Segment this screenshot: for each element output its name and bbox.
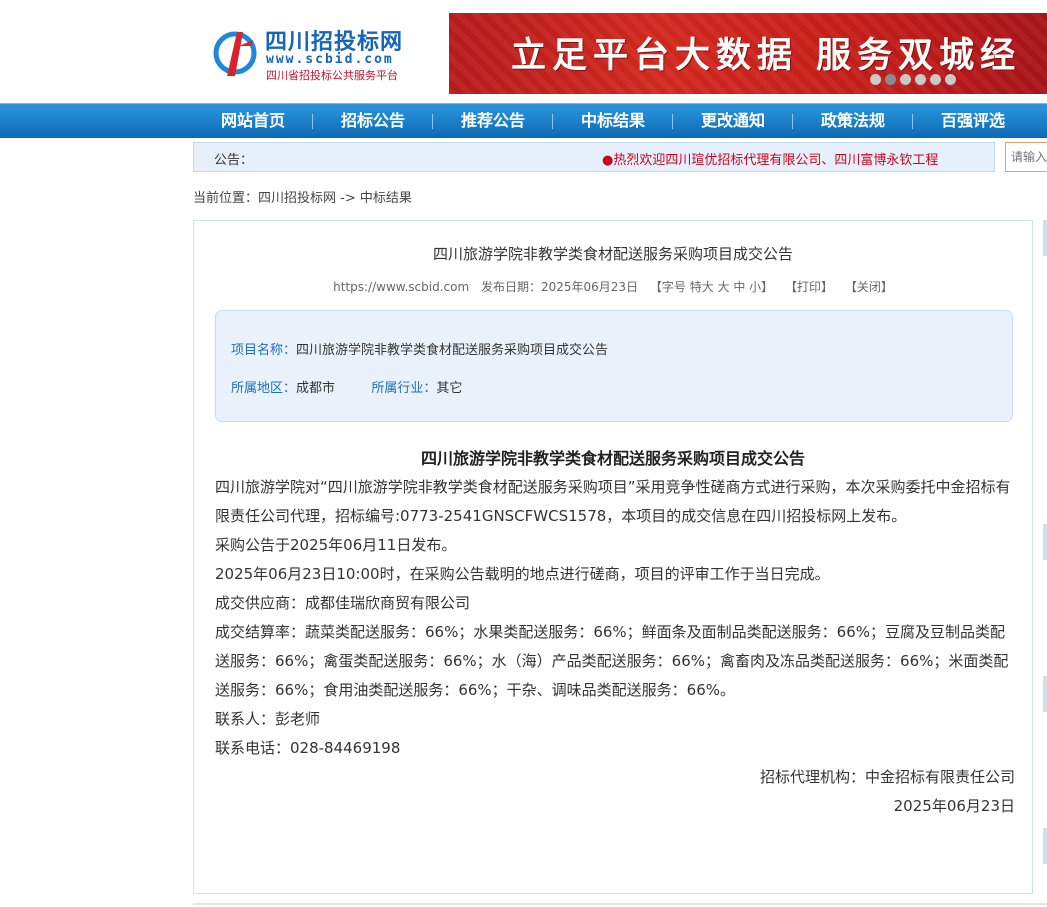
notice-bar: 公告： ●热烈欢迎四川瑄优招标代理有限公司、四川富博永钦工程 [193, 142, 995, 172]
main-nav: 网站首页 招标公告 推荐公告 中标结果 更改通知 政策法规 百强评选 [0, 103, 1047, 138]
site-logo[interactable]: 四川招投标网 www.scbid.com 四川省招投标公共服务平台 [213, 24, 433, 84]
notice-label: 公告： [214, 153, 254, 168]
region-industry-row: 所属地区：成都市 所属行业：其它 [231, 377, 462, 396]
body-paragraph: 成交结算率：蔬菜类配送服务：66%；水果类配送服务：66%；鲜面条及面制品类配送… [215, 623, 1009, 699]
region-value: 成都市 [296, 381, 336, 396]
font-size-controls[interactable]: 【字号 特大 大 中 小】 [650, 280, 773, 294]
banner-dot[interactable] [900, 74, 911, 85]
source-url[interactable]: https://www.scbid.com [333, 280, 469, 294]
body-paragraph: 联系电话：028-84469198 [215, 739, 401, 757]
nav-list: 网站首页 招标公告 推荐公告 中标结果 更改通知 政策法规 百强评选 [193, 104, 1033, 139]
nav-item-6[interactable]: 百强评选 [913, 104, 1033, 139]
body-paragraph: 2025年06月23日10:00时，在采购公告载明的地点进行磋商，项目的评审工作… [215, 565, 830, 583]
body-paragraph: 联系人：彭老师 [215, 710, 321, 728]
nav-item-4[interactable]: 更改通知 [673, 104, 793, 139]
project-name-value: 四川旅游学院非教学类食材配送服务采购项目成交公告 [296, 343, 609, 358]
logo-subtitle: 四川省招投标公共服务平台 [266, 69, 398, 82]
body-title: 四川旅游学院非教学类食材配送服务采购项目成交公告 [420, 449, 805, 468]
project-info-box: 项目名称：四川旅游学院非教学类食材配送服务采购项目成交公告 所属地区：成都市 所… [215, 310, 1013, 422]
banner-pager [870, 74, 956, 86]
article-body: 四川旅游学院对“四川旅游学院非教学类食材配送服务采购项目”采用竞争性磋商方式进行… [215, 473, 1015, 821]
article-panel: 四川旅游学院非教学类食材配送服务采购项目成交公告 https://www.scb… [193, 220, 1033, 894]
site-header: 四川招投标网 www.scbid.com 四川省招投标公共服务平台 立足平台大数… [0, 0, 1047, 103]
right-sidebar-edge [1043, 828, 1047, 864]
agency-signature: 招标代理机构：中金招标有限责任公司 [759, 768, 1015, 786]
article-meta: https://www.scbid.com 发布日期：2025年06月23日 【… [194, 278, 1032, 295]
nav-item-3[interactable]: 中标结果 [553, 104, 673, 139]
publish-date: 发布日期：2025年06月23日 [480, 280, 639, 294]
right-sidebar-edge [1043, 220, 1047, 256]
banner-dot[interactable] [945, 74, 956, 85]
region-label: 所属地区： [231, 381, 297, 396]
industry-value: 其它 [436, 381, 463, 396]
nav-item-0[interactable]: 网站首页 [193, 104, 313, 139]
footer-divider [193, 903, 1047, 905]
notice-marquee[interactable]: ●热烈欢迎四川瑄优招标代理有限公司、四川富博永钦工程 [602, 149, 938, 168]
nav-item-2[interactable]: 推荐公告 [433, 104, 553, 139]
print-link[interactable]: 【打印】 [785, 280, 833, 294]
body-paragraph: 四川旅游学院对“四川旅游学院非教学类食材配送服务采购项目”采用竞争性磋商方式进行… [215, 478, 1011, 525]
close-link[interactable]: 【关闭】 [845, 280, 893, 294]
project-name-label: 项目名称： [231, 343, 297, 358]
search-input[interactable] [1005, 142, 1047, 172]
signature-date: 2025年06月23日 [893, 797, 1015, 815]
banner-dot[interactable] [930, 74, 941, 85]
nav-item-1[interactable]: 招标公告 [313, 104, 433, 139]
right-sidebar-edge [1043, 524, 1047, 560]
breadcrumb: 当前位置：四川招投标网 -> 中标结果 [193, 191, 412, 206]
logo-url: www.scbid.com [266, 52, 394, 67]
nav-item-5[interactable]: 政策法规 [793, 104, 913, 139]
industry-label: 所属行业： [371, 381, 437, 396]
banner-dot[interactable] [870, 74, 881, 85]
body-paragraph: 成交供应商：成都佳瑞欣商贸有限公司 [215, 594, 471, 612]
logo-icon [213, 31, 257, 76]
banner-slogan: 立足平台大数据 服务双城经 [511, 35, 1022, 76]
right-sidebar-edge [1043, 676, 1047, 712]
body-paragraph: 采购公告于2025年06月11日发布。 [215, 536, 457, 554]
banner-dot[interactable] [915, 74, 926, 85]
banner-dot[interactable] [885, 74, 896, 85]
project-name-row: 项目名称：四川旅游学院非教学类食材配送服务采购项目成交公告 [231, 339, 608, 358]
article-title: 四川旅游学院非教学类食材配送服务采购项目成交公告 [432, 245, 793, 263]
header-banner[interactable]: 立足平台大数据 服务双城经 [449, 13, 1047, 94]
